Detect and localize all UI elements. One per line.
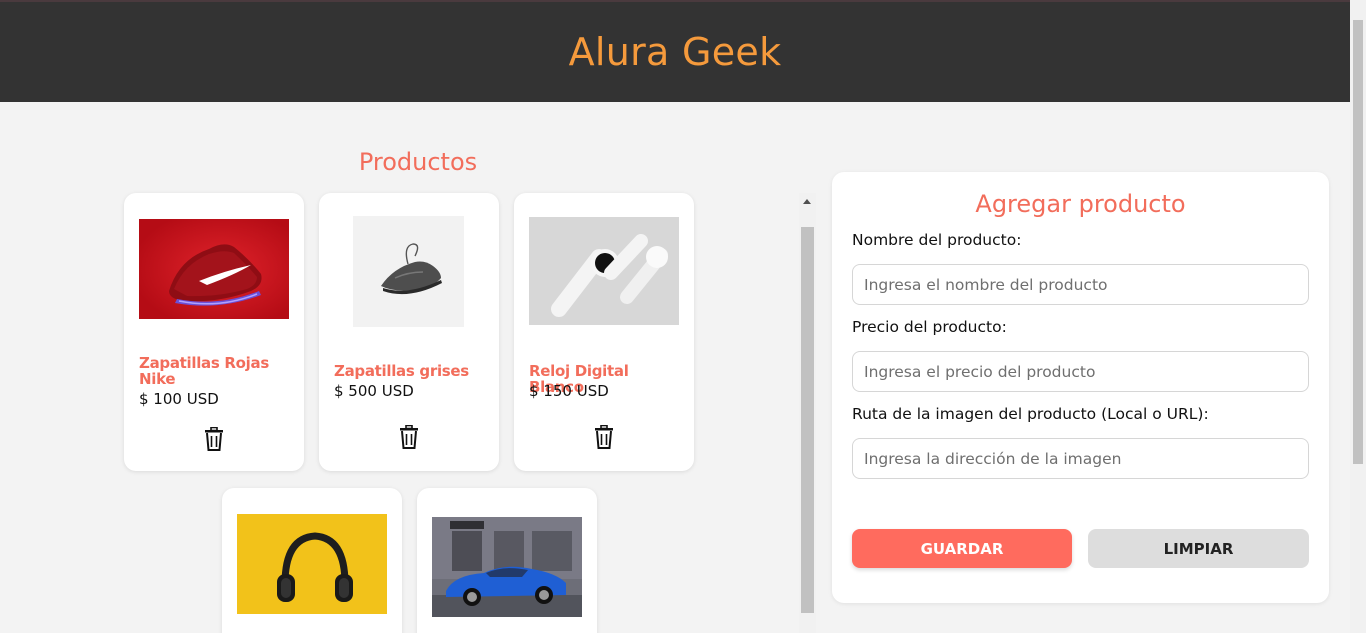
product-name: Zapatillas Rojas Nike [139, 354, 269, 388]
product-price: $ 150 USD [529, 382, 609, 400]
product-price-input[interactable] [852, 351, 1309, 392]
product-image-input[interactable] [852, 438, 1309, 479]
product-image-gray-sneaker [353, 216, 464, 327]
product-price: $ 500 USD [334, 382, 414, 400]
products-scrollbar[interactable] [799, 193, 816, 633]
clear-button[interactable]: LIMPIAR [1088, 529, 1309, 568]
product-card [222, 488, 402, 633]
product-image-white-watch [529, 217, 679, 325]
product-card: Zapatillas grises $ 500 USD [319, 193, 499, 471]
product-name: Zapatillas grises [334, 362, 469, 380]
form-title: Agregar producto [975, 190, 1186, 218]
product-image-red-sneaker [139, 219, 289, 319]
add-product-form: Agregar producto Nombre del producto: Pr… [832, 172, 1329, 603]
products-scrollbar-thumb[interactable] [801, 227, 814, 613]
product-card: Zapatillas Rojas Nike $ 100 USD [124, 193, 304, 471]
trash-icon[interactable] [204, 426, 224, 451]
products-title: Productos [358, 148, 478, 176]
page-scrollbar-thumb[interactable] [1353, 20, 1363, 464]
site-title: Alura Geek [568, 30, 782, 74]
product-image-blue-car [432, 517, 582, 617]
trash-icon[interactable] [399, 424, 419, 449]
product-name-label: Nombre del producto: [852, 231, 1022, 249]
site-header: Alura Geek [0, 2, 1350, 102]
product-card [417, 488, 597, 633]
product-image-headphones [237, 514, 387, 614]
scroll-up-icon[interactable] [803, 199, 811, 204]
trash-icon[interactable] [594, 424, 614, 449]
product-price: $ 100 USD [139, 390, 219, 408]
product-image-label: Ruta de la imagen del producto (Local o … [852, 405, 1209, 423]
page-scrollbar[interactable] [1350, 0, 1366, 633]
product-card: Reloj Digital Blanco $ 150 USD [514, 193, 694, 471]
save-button[interactable]: GUARDAR [852, 529, 1072, 568]
product-price-label: Precio del producto: [852, 318, 1007, 336]
product-name-input[interactable] [852, 264, 1309, 305]
